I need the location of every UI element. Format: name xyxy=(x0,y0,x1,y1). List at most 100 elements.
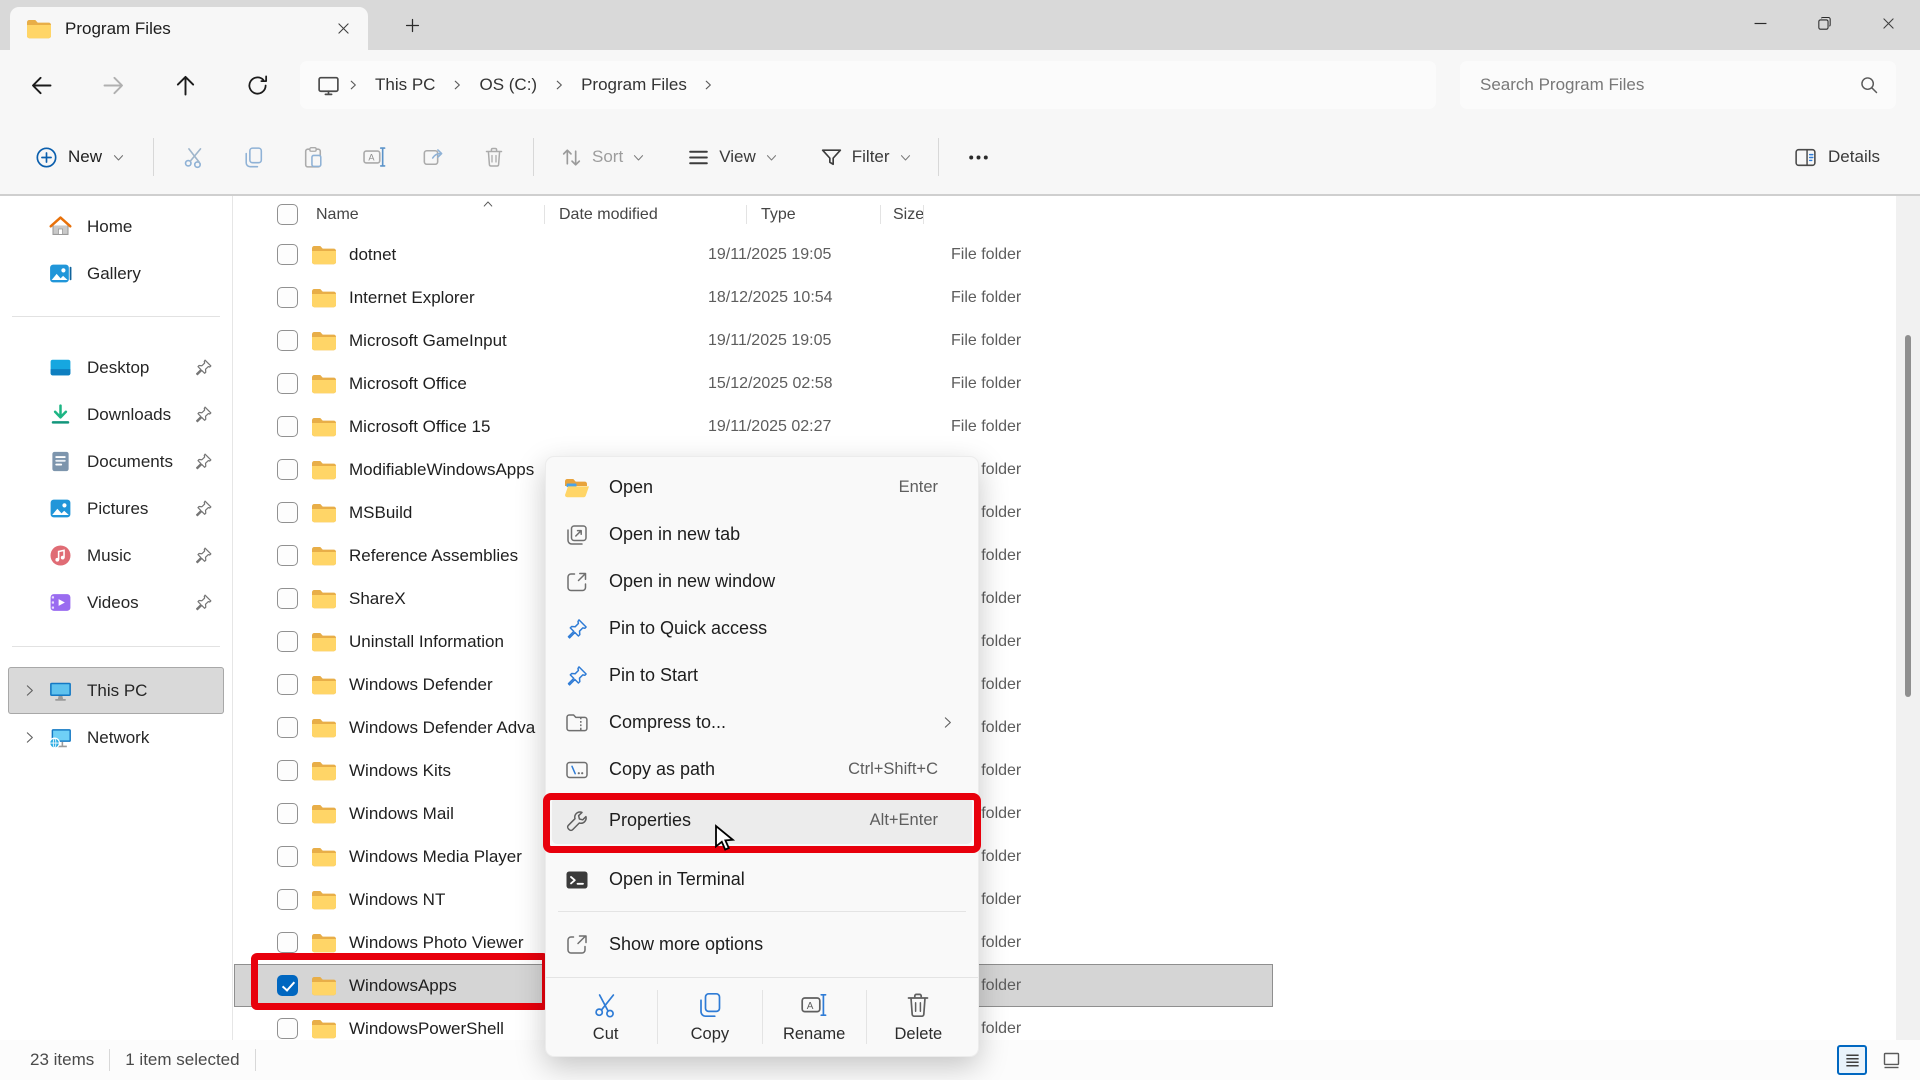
column-size[interactable]: Size xyxy=(881,196,924,233)
copy-button[interactable] xyxy=(231,137,276,177)
row-checkbox[interactable] xyxy=(277,717,298,738)
share-button[interactable] xyxy=(411,137,456,177)
row-checkbox[interactable] xyxy=(277,760,298,781)
close-tab-icon[interactable] xyxy=(328,14,358,44)
breadcrumb-item[interactable]: OS (C:) xyxy=(469,69,547,101)
sidebar-item-downloads[interactable]: Downloads xyxy=(8,391,224,438)
details-pane-button[interactable]: Details xyxy=(1787,144,1886,171)
file-row[interactable]: dotnet 19/11/2025 19:05 File folder xyxy=(234,233,1273,276)
chevron-right-icon[interactable] xyxy=(701,78,715,92)
gallery-icon xyxy=(47,261,73,287)
delete-button[interactable] xyxy=(471,137,516,177)
row-checkbox[interactable] xyxy=(277,975,298,996)
up-button[interactable] xyxy=(164,64,206,106)
menu-item-open-in-new-window[interactable]: Open in new window xyxy=(552,558,972,605)
quick-action-label: Rename xyxy=(783,1025,845,1044)
quick-action-cut[interactable]: Cut xyxy=(554,990,657,1044)
quick-action-delete[interactable]: Delete xyxy=(866,990,970,1044)
menu-item-compress-to[interactable]: Compress to... xyxy=(552,699,972,746)
row-checkbox[interactable] xyxy=(277,889,298,910)
row-checkbox[interactable] xyxy=(277,932,298,953)
rename-button[interactable]: A xyxy=(351,137,396,177)
new-tab-button[interactable] xyxy=(394,12,430,42)
column-name[interactable]: Name xyxy=(300,196,545,233)
column-date-modified[interactable]: Date modified xyxy=(545,196,747,233)
row-checkbox[interactable] xyxy=(277,502,298,523)
dropdown-label: View xyxy=(719,147,756,167)
view-dropdown[interactable]: View xyxy=(678,137,787,178)
row-checkbox[interactable] xyxy=(277,674,298,695)
sidebar-item-desktop[interactable]: Desktop xyxy=(8,344,224,391)
column-type[interactable]: Type xyxy=(747,196,881,233)
file-row[interactable]: Internet Explorer 18/12/2025 10:54 File … xyxy=(234,276,1273,319)
sidebar-item-documents[interactable]: Documents xyxy=(8,438,224,485)
scrollbar-thumb[interactable] xyxy=(1905,335,1911,697)
sidebar-item-videos[interactable]: Videos xyxy=(8,579,224,626)
close-button[interactable] xyxy=(1856,0,1920,46)
minimize-button[interactable] xyxy=(1728,0,1792,46)
search-icon[interactable] xyxy=(1858,74,1880,96)
breadcrumb-item[interactable]: Program Files xyxy=(571,69,697,101)
chevron-right-icon[interactable] xyxy=(16,682,42,699)
select-all-checkbox[interactable] xyxy=(277,204,298,225)
sort-dropdown[interactable]: Sort xyxy=(551,137,654,178)
file-date-modified: 19/11/2025 02:27 xyxy=(692,418,937,436)
sidebar-item-home[interactable]: Home xyxy=(8,203,224,250)
file-row[interactable]: Microsoft GameInput 19/11/2025 19:05 Fil… xyxy=(234,319,1273,362)
details-view-toggle[interactable] xyxy=(1837,1045,1867,1075)
forward-button[interactable] xyxy=(92,64,134,106)
menu-item-show-more-options[interactable]: Show more options xyxy=(552,921,972,968)
menu-item-shortcut: Alt+Enter xyxy=(870,811,938,830)
row-checkbox[interactable] xyxy=(277,631,298,652)
tab-program-files[interactable]: Program Files xyxy=(10,7,368,50)
quick-action-copy[interactable]: Copy xyxy=(657,990,761,1044)
thumbnail-view-toggle[interactable] xyxy=(1876,1045,1906,1075)
sidebar-item-network[interactable]: Network xyxy=(8,714,224,761)
row-checkbox[interactable] xyxy=(277,244,298,265)
new-button[interactable]: New xyxy=(24,137,136,178)
refresh-button[interactable] xyxy=(236,64,278,106)
menu-item-open[interactable]: Open Enter xyxy=(552,464,972,511)
quick-action-label: Cut xyxy=(593,1025,619,1044)
search-input[interactable] xyxy=(1478,74,1858,96)
cut-button[interactable] xyxy=(171,137,216,177)
menu-item-open-in-terminal[interactable]: Open in Terminal xyxy=(552,856,972,903)
copy-path-icon xyxy=(564,757,590,783)
vertical-scrollbar[interactable] xyxy=(1896,196,1920,1040)
paste-button[interactable] xyxy=(291,137,336,177)
sidebar-item-music[interactable]: Music xyxy=(8,532,224,579)
breadcrumb-item[interactable]: This PC xyxy=(365,69,445,101)
sidebar-item-gallery[interactable]: Gallery xyxy=(8,250,224,297)
file-row[interactable]: Microsoft Office 15/12/2025 02:58 File f… xyxy=(234,362,1273,405)
filter-dropdown[interactable]: Filter xyxy=(811,137,921,178)
menu-item-pin-to-start[interactable]: Pin to Start xyxy=(552,652,972,699)
folder-icon xyxy=(311,975,337,997)
menu-item-copy-as-path[interactable]: Copy as path Ctrl+Shift+C xyxy=(552,746,972,793)
file-row[interactable]: Microsoft Office 15 19/11/2025 02:27 Fil… xyxy=(234,405,1273,448)
sort-ascending-icon[interactable] xyxy=(481,197,495,211)
row-checkbox[interactable] xyxy=(277,459,298,480)
sidebar-item-this-pc[interactable]: This PC xyxy=(8,667,224,714)
row-checkbox[interactable] xyxy=(277,846,298,867)
row-checkbox[interactable] xyxy=(277,588,298,609)
quick-action-rename[interactable]: A Rename xyxy=(762,990,866,1044)
maximize-button[interactable] xyxy=(1792,0,1856,46)
folder-icon xyxy=(311,1018,337,1040)
menu-item-pin-to-quick-access[interactable]: Pin to Quick access xyxy=(552,605,972,652)
back-button[interactable] xyxy=(20,64,62,106)
menu-item-properties[interactable]: Properties Alt+Enter xyxy=(552,797,972,844)
menu-item-label: Copy as path xyxy=(609,759,848,780)
chevron-down-icon xyxy=(764,150,779,165)
chevron-right-icon[interactable] xyxy=(16,729,42,746)
row-checkbox[interactable] xyxy=(277,373,298,394)
row-checkbox[interactable] xyxy=(277,545,298,566)
file-name: Microsoft GameInput xyxy=(349,331,507,351)
row-checkbox[interactable] xyxy=(277,803,298,824)
menu-item-open-in-new-tab[interactable]: Open in new tab xyxy=(552,511,972,558)
more-options-button[interactable] xyxy=(956,137,1001,177)
row-checkbox[interactable] xyxy=(277,1018,298,1039)
row-checkbox[interactable] xyxy=(277,416,298,437)
row-checkbox[interactable] xyxy=(277,287,298,308)
row-checkbox[interactable] xyxy=(277,330,298,351)
sidebar-item-pictures[interactable]: Pictures xyxy=(8,485,224,532)
